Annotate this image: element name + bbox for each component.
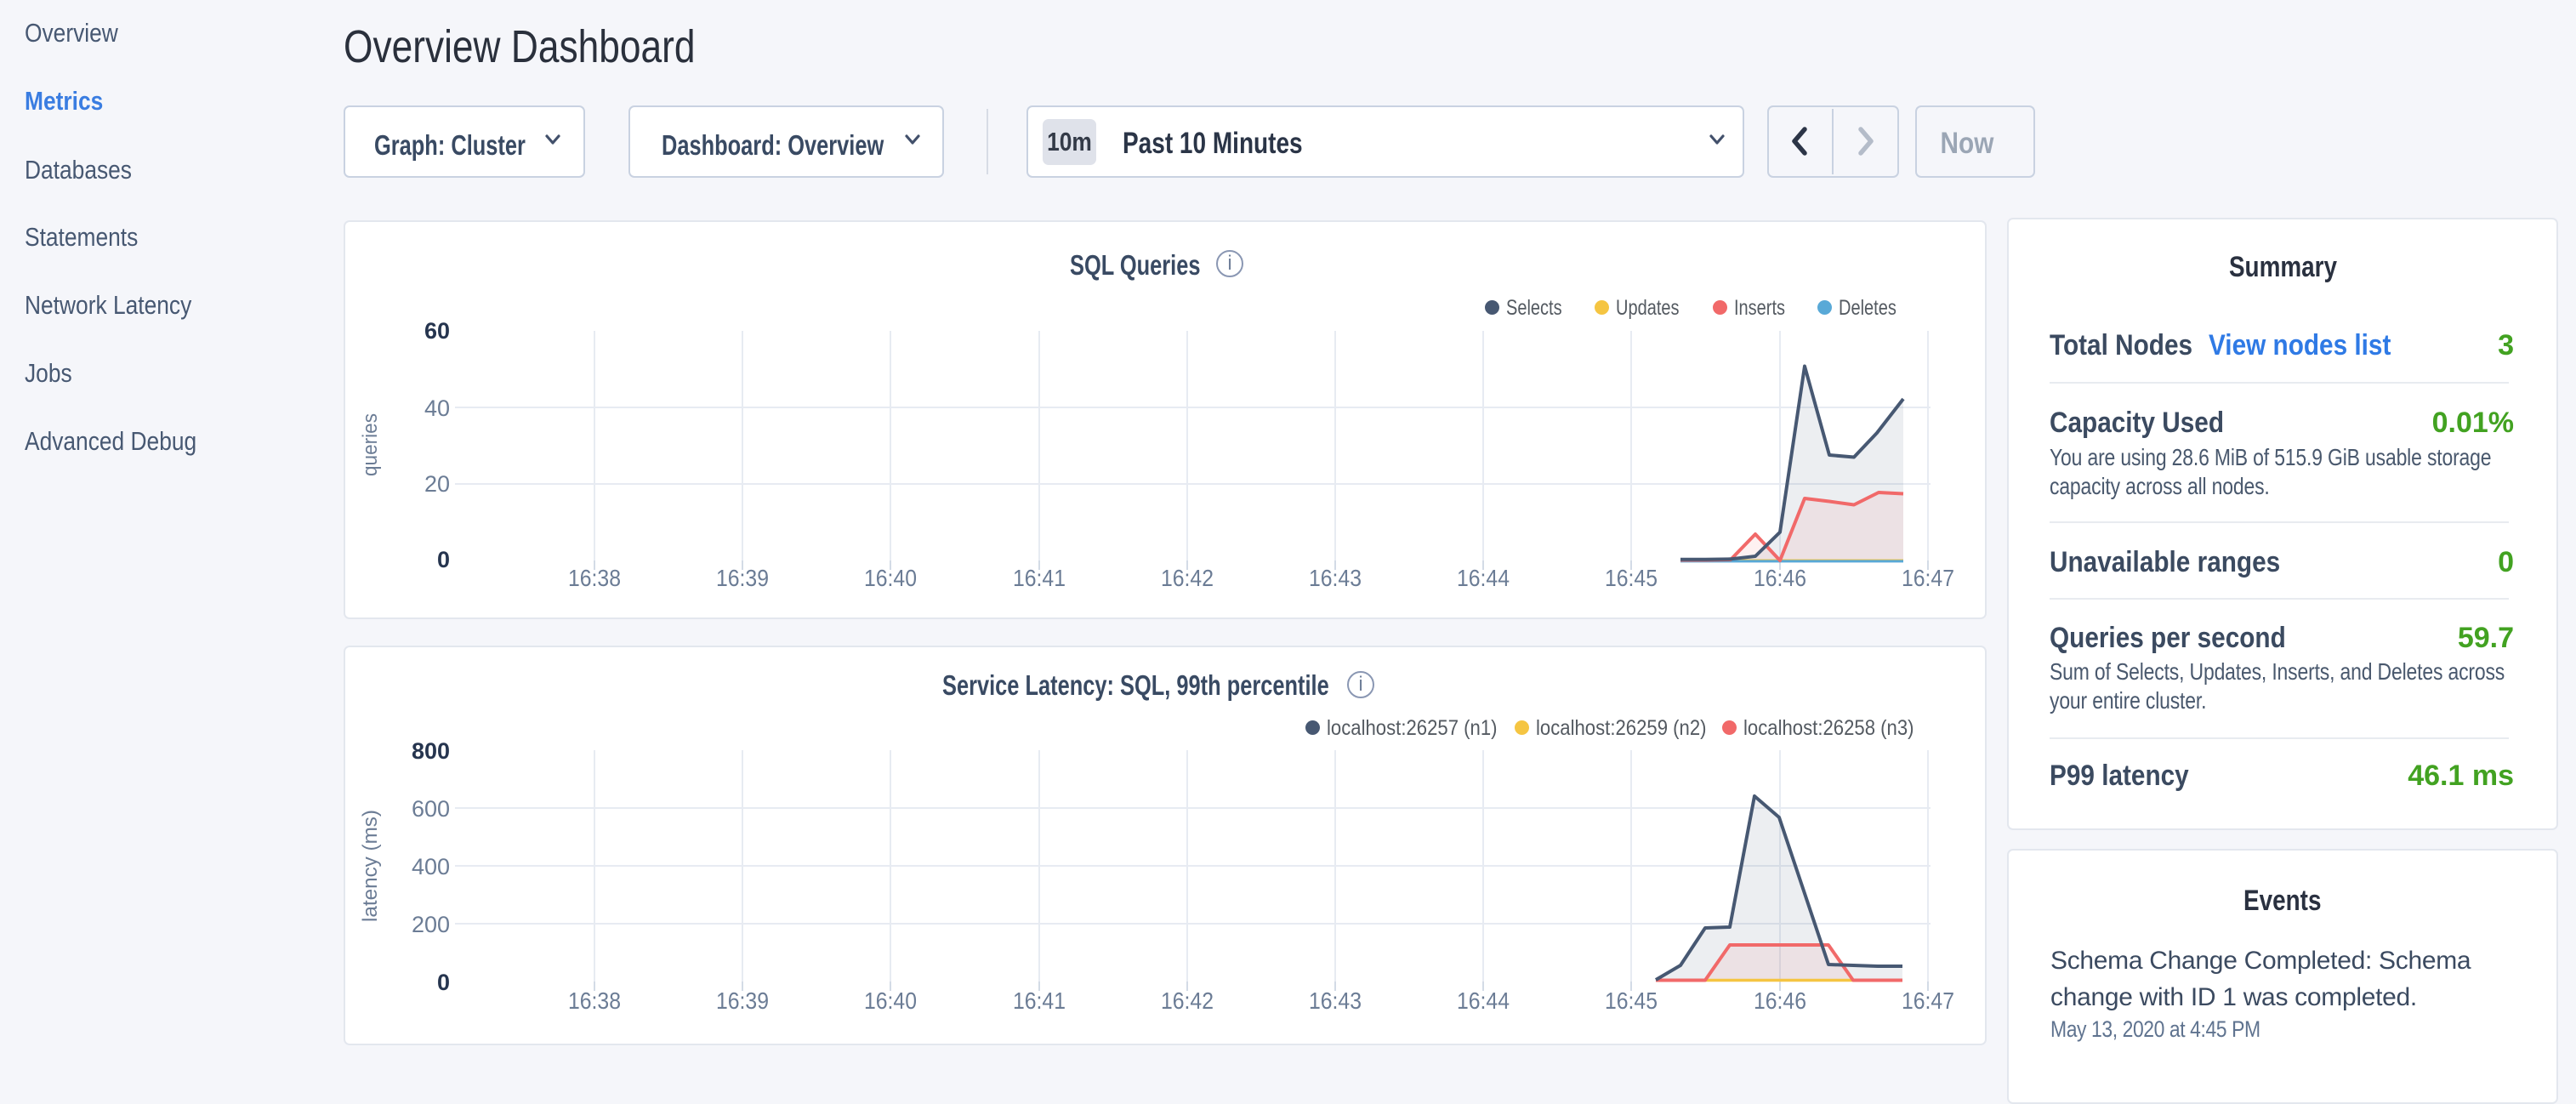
svg-text:16:46: 16:46 bbox=[1754, 987, 1806, 1014]
svg-text:16:45: 16:45 bbox=[1605, 987, 1658, 1014]
svg-text:16:39: 16:39 bbox=[716, 987, 769, 1014]
svg-text:queries: queries bbox=[359, 413, 382, 476]
svg-text:16:41: 16:41 bbox=[1013, 987, 1066, 1014]
svg-text:400: 400 bbox=[412, 854, 450, 879]
svg-text:40: 40 bbox=[424, 396, 450, 421]
svg-text:16:38: 16:38 bbox=[568, 565, 621, 591]
svg-text:200: 200 bbox=[412, 912, 450, 937]
svg-text:16:42: 16:42 bbox=[1161, 987, 1214, 1014]
svg-text:600: 600 bbox=[412, 796, 450, 822]
svg-text:16:42: 16:42 bbox=[1161, 565, 1214, 591]
svg-text:16:44: 16:44 bbox=[1457, 565, 1510, 591]
svg-text:16:40: 16:40 bbox=[864, 987, 917, 1014]
svg-text:16:47: 16:47 bbox=[1902, 565, 1954, 591]
svg-text:16:40: 16:40 bbox=[864, 565, 917, 591]
svg-text:latency (ms): latency (ms) bbox=[359, 810, 382, 922]
svg-text:16:47: 16:47 bbox=[1902, 987, 1954, 1014]
svg-text:20: 20 bbox=[424, 471, 450, 497]
svg-text:0: 0 bbox=[437, 547, 450, 572]
svg-text:16:38: 16:38 bbox=[568, 987, 621, 1014]
svg-text:16:44: 16:44 bbox=[1457, 987, 1510, 1014]
svg-text:16:41: 16:41 bbox=[1013, 565, 1066, 591]
svg-text:0: 0 bbox=[437, 970, 450, 995]
svg-text:16:43: 16:43 bbox=[1309, 565, 1362, 591]
svg-text:16:39: 16:39 bbox=[716, 565, 769, 591]
svg-text:16:43: 16:43 bbox=[1309, 987, 1362, 1014]
svg-text:16:45: 16:45 bbox=[1605, 565, 1658, 591]
svg-text:60: 60 bbox=[424, 318, 450, 344]
svg-text:800: 800 bbox=[412, 738, 450, 764]
svg-text:16:46: 16:46 bbox=[1754, 565, 1806, 591]
